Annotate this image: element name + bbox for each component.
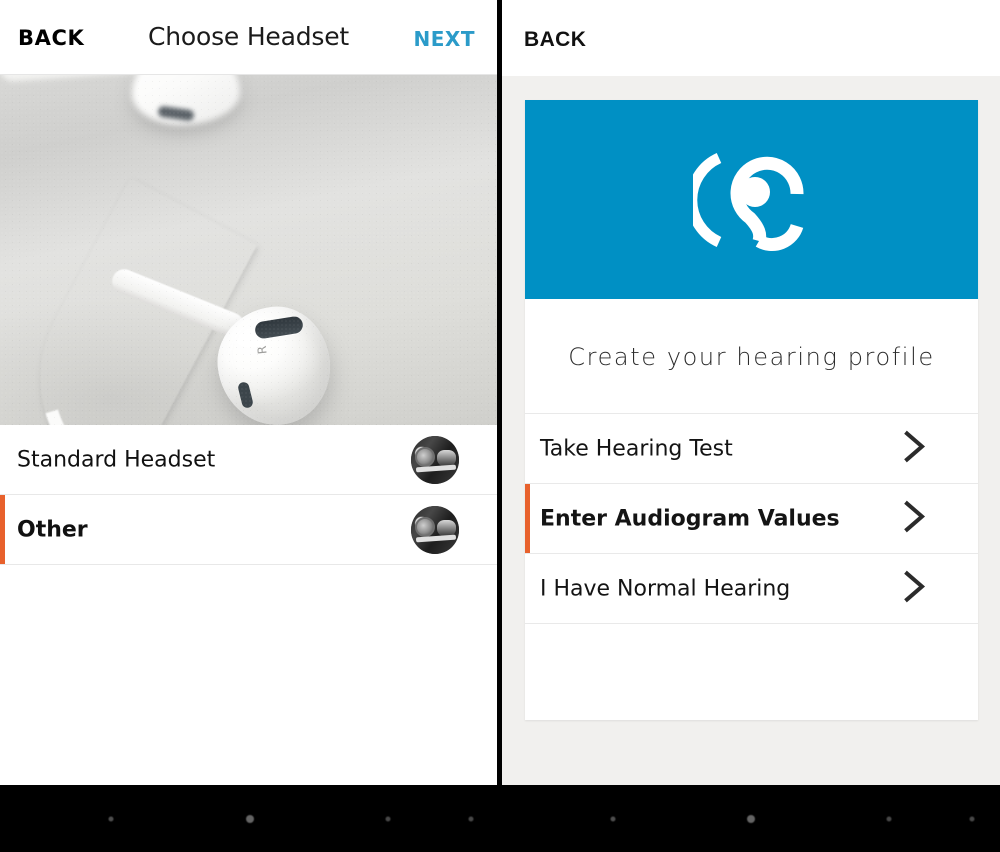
nav-dot (610, 816, 616, 821)
thumbnail-earcup-left (415, 516, 435, 537)
selected-accent-bar (525, 484, 530, 553)
nav-dot (886, 816, 892, 821)
headset-options-list: Standard Headset Other (0, 425, 497, 565)
headphone-thumbnail-icon (411, 435, 459, 484)
card-hero-banner (525, 100, 978, 299)
headset-hero-photo: R (0, 75, 497, 425)
back-button[interactable]: BACK (524, 28, 586, 52)
nav-dot (747, 814, 755, 823)
left-phone-panel: BACK Choose Headset NEXT R Standard Head… (0, 0, 497, 785)
chevron-right-icon (902, 569, 928, 608)
left-header-bar: BACK Choose Headset NEXT (0, 0, 497, 75)
list-item[interactable]: Take Hearing Test (525, 413, 978, 483)
selected-accent-bar (0, 495, 5, 564)
nav-dot (246, 814, 254, 823)
next-button[interactable]: NEXT (414, 27, 475, 51)
ear-hearing-icon (692, 134, 811, 266)
right-header-bar: BACK (502, 0, 1000, 76)
chevron-right-icon (902, 429, 928, 468)
list-item[interactable]: I Have Normal Hearing (525, 553, 978, 623)
photo-grain-overlay (0, 75, 497, 425)
hearing-option-label: Enter Audiogram Values (540, 506, 840, 531)
nav-dot (468, 816, 474, 821)
nav-dot (108, 816, 114, 821)
thumbnail-earcup-left (415, 446, 435, 467)
chevron-right-icon (902, 499, 928, 538)
nav-dot (385, 816, 391, 821)
list-item[interactable]: Enter Audiogram Values (525, 483, 978, 553)
list-item[interactable]: Standard Headset (0, 425, 497, 495)
headset-option-label: Other (17, 517, 88, 542)
right-phone-panel: BACK Create your hearing profile Take He… (502, 0, 1000, 785)
screenshot-root: BACK Choose Headset NEXT R Standard Head… (0, 0, 1000, 852)
hearing-profile-card: Create your hearing profile Take Hearing… (525, 100, 978, 720)
hearing-option-label: I Have Normal Hearing (540, 576, 791, 601)
card-title: Create your hearing profile (568, 343, 935, 371)
list-item[interactable]: Other (0, 495, 497, 565)
card-empty-footer (525, 623, 978, 720)
system-navigation-bar[interactable] (0, 785, 1000, 852)
nav-dot (969, 816, 975, 821)
headset-option-label: Standard Headset (17, 447, 216, 472)
hearing-option-label: Take Hearing Test (540, 436, 733, 461)
headphone-thumbnail-icon (411, 505, 459, 554)
